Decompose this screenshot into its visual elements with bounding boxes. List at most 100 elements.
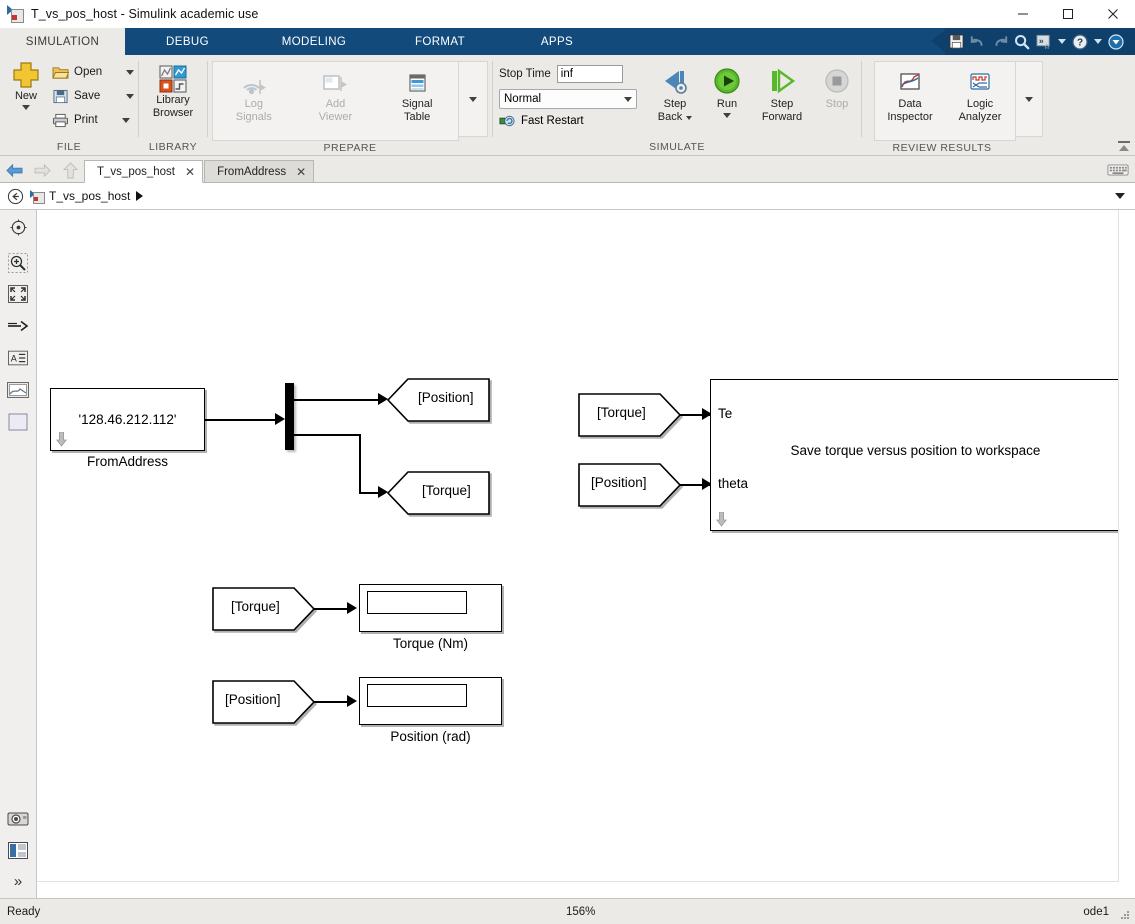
close-icon[interactable] — [1090, 0, 1135, 28]
block-fromaddress[interactable]: '128.46.212.112' — [50, 388, 205, 451]
new-caret-icon[interactable] — [22, 105, 30, 110]
fit-to-view-icon[interactable] — [5, 281, 31, 307]
logic-analyzer-label-1: Logic — [966, 98, 994, 110]
help-chevron-icon[interactable] — [1094, 39, 1102, 44]
maximize-icon[interactable] — [1045, 0, 1090, 28]
data-inspector-label-1: Data — [898, 98, 922, 110]
ribbon-group-prepare: Log Signals Add Viewer Signal Table PREP… — [208, 55, 492, 155]
logic-analyzer-button[interactable]: Logic Analyzer — [949, 66, 1011, 124]
model-tab-fromaddress[interactable]: FromAddress ✕ — [204, 160, 315, 182]
expand-icon[interactable]: » — [5, 868, 31, 894]
simulink-model-icon — [30, 189, 45, 204]
stop-button[interactable]: Stop — [813, 62, 861, 124]
zoom-in-icon[interactable] — [5, 250, 31, 276]
block-from-torque-2[interactable]: [Torque] — [211, 586, 316, 632]
add-viewer-button[interactable]: Add Viewer — [303, 66, 367, 124]
canvas-surface[interactable]: '128.46.212.112' FromAddress [Position] … — [37, 210, 1135, 898]
search-icon[interactable] — [1011, 32, 1033, 52]
ribbon: New Open Save Print FILE Library Browser… — [0, 55, 1135, 156]
block-from-position-1[interactable]: [Position] — [577, 462, 682, 508]
breadcrumb[interactable]: T_vs_pos_host — [30, 189, 144, 204]
data-inspector-button[interactable]: Data Inspector — [879, 66, 941, 124]
step-back-button[interactable]: Step Back — [647, 62, 703, 124]
canvas-toolbar-bottom: » — [0, 804, 36, 894]
arrowhead — [347, 602, 357, 614]
undo-icon[interactable] — [967, 32, 989, 52]
shortcuts-icon[interactable]: » — [1033, 32, 1055, 52]
step-back-caret-icon[interactable] — [686, 115, 693, 120]
annotation-icon[interactable]: A — [5, 345, 31, 371]
minimize-icon[interactable] — [1000, 0, 1045, 28]
shortcuts-chevron-icon[interactable] — [1058, 39, 1066, 44]
target-icon[interactable] — [5, 214, 31, 240]
simulation-mode-select[interactable]: Normal — [499, 89, 637, 109]
title-bar: T_vs_pos_host - Simulink academic use — [0, 0, 1135, 28]
save-caret-icon[interactable] — [126, 93, 135, 99]
log-signals-label-2: Signals — [235, 111, 272, 123]
signal-table-button[interactable]: Signal Table — [385, 66, 449, 124]
resize-grip-icon[interactable] — [1119, 909, 1131, 921]
block-goto-position[interactable]: [Position] — [386, 377, 491, 423]
chevron-down-icon[interactable] — [1115, 193, 1125, 199]
camera-icon[interactable] — [5, 806, 31, 832]
ribbon-group-review-results: Data Inspector Logic Analyzer REVIEW RES… — [862, 55, 1062, 155]
run-icon — [711, 66, 743, 98]
redo-icon[interactable] — [989, 32, 1011, 52]
horizontal-scrollbar[interactable] — [37, 881, 1119, 898]
review-overflow-caret-icon[interactable] — [1025, 96, 1033, 102]
model-canvas[interactable]: '128.46.212.112' FromAddress [Position] … — [37, 210, 1135, 898]
open-caret-icon[interactable] — [126, 69, 135, 75]
print-button[interactable]: Print — [50, 108, 136, 132]
printer-icon — [52, 113, 69, 128]
back-circle-icon[interactable] — [0, 188, 30, 205]
wire-position-display — [314, 701, 351, 703]
save-button[interactable]: Save — [50, 84, 136, 108]
tab-modeling[interactable]: MODELING — [250, 28, 378, 55]
back-arrow-icon[interactable] — [0, 158, 28, 182]
status-solver[interactable]: ode1 — [1083, 906, 1109, 918]
vertical-scrollbar[interactable] — [1118, 210, 1135, 898]
tab-debug[interactable]: DEBUG — [125, 28, 250, 55]
block-from-position-2[interactable]: [Position] — [211, 679, 316, 725]
tab-format[interactable]: FORMAT — [378, 28, 502, 55]
block-display-position[interactable] — [359, 677, 502, 725]
status-zoom[interactable]: 156% — [566, 906, 595, 918]
log-signals-button[interactable]: Log Signals — [222, 66, 286, 124]
close-icon[interactable]: ✕ — [185, 165, 195, 179]
stop-time-input[interactable] — [556, 65, 623, 83]
library-browser-button[interactable]: Library Browser — [140, 58, 206, 120]
tab-simulation[interactable]: SIMULATION — [0, 28, 125, 55]
stop-icon — [821, 66, 853, 98]
close-icon[interactable]: ✕ — [296, 165, 306, 179]
new-button[interactable]: New — [4, 58, 48, 110]
open-button[interactable]: Open — [50, 60, 136, 84]
block-display-torque[interactable] — [359, 584, 502, 632]
block-fromaddress-label: FromAddress — [86, 454, 169, 469]
block-save-subsystem[interactable]: Te theta Save torque versus position to … — [710, 379, 1121, 531]
block-demux[interactable] — [285, 383, 294, 450]
fast-restart-toggle[interactable]: Fast Restart — [499, 114, 641, 128]
layout-icon[interactable] — [5, 837, 31, 863]
run-caret-icon[interactable] — [723, 113, 731, 118]
collapse-ribbon-icon[interactable] — [1116, 139, 1132, 153]
image-icon[interactable] — [5, 377, 31, 403]
model-tab-t-vs-pos-host[interactable]: T_vs_pos_host ✕ — [84, 160, 204, 183]
block-goto-torque[interactable]: [Torque] — [386, 470, 491, 516]
step-forward-button[interactable]: Step Forward — [751, 62, 813, 124]
model-tab-bar: T_vs_pos_host ✕ FromAddress ✕ — [0, 156, 1135, 183]
area-icon[interactable] — [5, 409, 31, 435]
print-caret-icon[interactable] — [121, 117, 130, 123]
model-tab-label: FromAddress — [217, 165, 287, 178]
keyboard-icon[interactable] — [1107, 164, 1129, 179]
tab-apps[interactable]: APPS — [502, 28, 612, 55]
minimize-ribbon-icon[interactable] — [1105, 32, 1127, 52]
save-icon[interactable] — [945, 32, 967, 52]
signal-line-icon[interactable] — [5, 313, 31, 339]
prepare-overflow-caret-icon[interactable] — [469, 96, 477, 102]
open-label: Open — [74, 66, 103, 78]
stop-label: Stop — [825, 98, 849, 110]
run-button[interactable]: Run — [703, 62, 751, 124]
window-title: T_vs_pos_host - Simulink academic use — [31, 7, 259, 21]
help-icon[interactable]: ? — [1069, 32, 1091, 52]
block-from-torque-1[interactable]: [Torque] — [577, 392, 682, 438]
